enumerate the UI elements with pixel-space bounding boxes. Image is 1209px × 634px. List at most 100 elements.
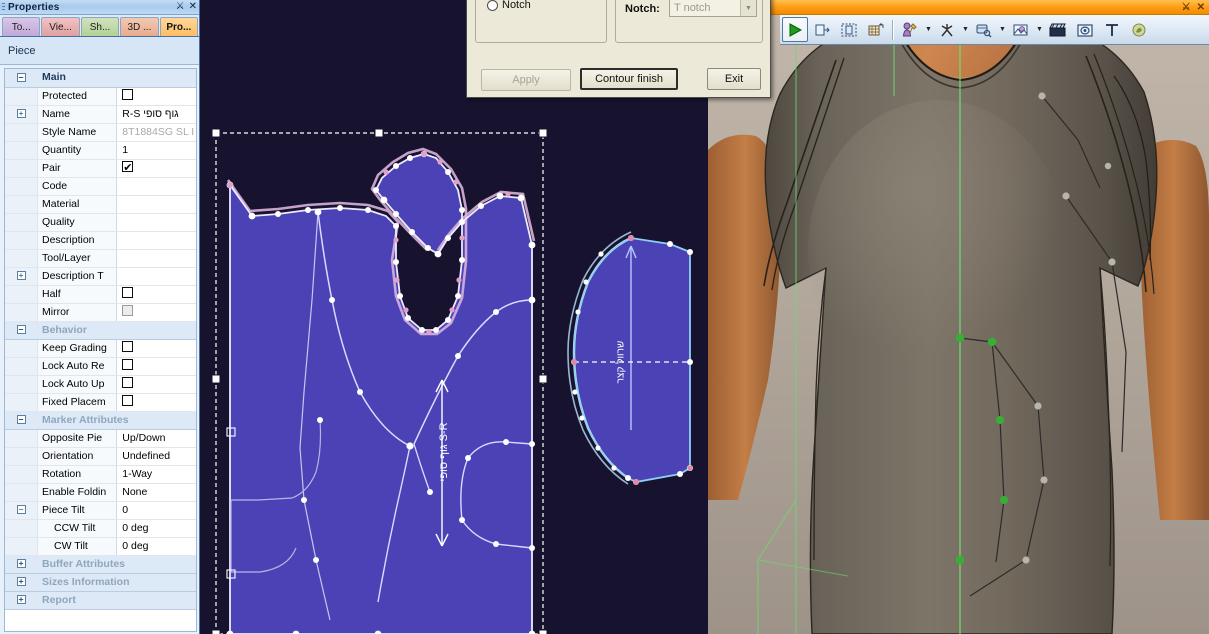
property-value[interactable]: None [116,483,196,502]
property-row[interactable]: Protected [5,87,196,106]
property-row[interactable]: Pair [5,159,196,178]
property-value[interactable]: 0 deg [116,519,196,538]
snapshot-button[interactable] [1072,17,1098,42]
property-checkbox[interactable] [122,286,134,298]
scene-button[interactable] [1008,17,1034,42]
property-row[interactable]: Opposite Pie Up/Down [5,429,196,448]
property-row[interactable]: Style Name 8T1884SG SL I LIII [5,123,196,142]
pose-button[interactable] [934,17,960,42]
property-row[interactable]: CW Tilt 0 deg [5,537,196,556]
property-row[interactable]: Lock Auto Up [5,375,196,394]
render-dropdown-caret[interactable]: ▼ [998,18,1007,42]
3d-garment-view[interactable] [708,0,1209,634]
text-tool-button[interactable] [1099,17,1125,42]
property-row[interactable]: Tool/Layer [5,249,196,268]
property-value[interactable] [116,87,196,106]
property-value[interactable] [116,339,196,358]
property-row[interactable]: Quantity 1 [5,141,196,160]
property-value[interactable]: גוף סופי S-R [116,105,196,124]
close-icon[interactable]: ✕ [189,1,197,12]
drag-grip-icon[interactable] [2,2,5,12]
property-value[interactable]: 0 [116,501,196,520]
tab-3d[interactable]: 3D ... [120,17,159,36]
property-group-header[interactable]: + Sizes Information [5,573,196,592]
select-piece-button[interactable] [836,17,862,42]
property-checkbox[interactable] [122,358,134,370]
property-row[interactable]: + Name גוף סופי S-R [5,105,196,124]
group-expander[interactable]: + [5,573,38,592]
property-value[interactable]: 8T1884SG SL I LIII [116,123,196,142]
properties-panel[interactable]: Properties ⚔ ✕ To... Vie... Sh... 3D ...… [0,0,200,634]
property-checkbox[interactable] [122,376,134,388]
tab-view[interactable]: Vie... [41,17,80,36]
property-value[interactable] [116,231,196,250]
property-checkbox[interactable] [122,159,134,176]
radio-indicator[interactable] [487,0,498,11]
open-piece-button[interactable] [809,17,835,42]
tab-tools[interactable]: To... [2,17,41,36]
property-checkbox[interactable] [122,340,134,352]
property-value[interactable] [116,285,196,304]
tab-shape[interactable]: Sh... [80,17,120,36]
property-value[interactable]: 1-Way [116,465,196,484]
property-checkbox[interactable] [122,304,134,316]
property-row[interactable]: Material [5,195,196,214]
radio-notch-option[interactable]: Notch [487,0,531,11]
property-value[interactable] [116,303,196,322]
property-row[interactable]: Keep Grading [5,339,196,358]
avatar-settings-button[interactable] [897,17,923,42]
property-row[interactable]: CCW Tilt 0 deg [5,519,196,538]
fabric-texture-button[interactable] [863,17,889,42]
pose-dropdown-caret[interactable]: ▼ [961,18,970,42]
row-expander[interactable]: + [5,267,38,286]
property-value[interactable] [116,375,196,394]
group-expander[interactable]: + [5,591,38,610]
pin-icon[interactable]: ⚔ [1182,2,1191,13]
property-row[interactable]: Enable Foldin None [5,483,196,502]
3d-toolbar[interactable]: ▼ ▼ ▼ ▼ [780,15,1209,45]
avatar-dropdown-caret[interactable]: ▼ [924,18,933,42]
property-value[interactable] [116,267,196,286]
play-simulation-button[interactable] [782,17,808,42]
properties-tab-strip[interactable]: To... Vie... Sh... 3D ... Pro... [0,15,199,37]
property-group-header[interactable]: − Behavior [5,321,196,340]
property-row[interactable]: Fixed Placem [5,393,196,412]
animation-button[interactable] [1045,17,1071,42]
property-row[interactable]: Quality [5,213,196,232]
property-group-header[interactable]: − Marker Attributes [5,411,196,430]
property-value[interactable]: Up/Down [116,429,196,448]
group-expander[interactable]: − [5,69,38,88]
pin-icon[interactable]: ⚔ [176,1,185,12]
property-value[interactable] [116,213,196,232]
property-value[interactable] [116,195,196,214]
property-value[interactable] [116,159,196,178]
property-checkbox[interactable] [122,88,134,100]
property-group-header[interactable]: + Report [5,591,196,610]
property-group-header[interactable]: + Buffer Attributes [5,555,196,574]
render-settings-button[interactable] [971,17,997,42]
property-row[interactable]: Code [5,177,196,196]
property-row[interactable]: Orientation Undefined [5,447,196,466]
apply-button[interactable]: Apply [481,69,571,91]
property-row[interactable]: − Piece Tilt 0 [5,501,196,520]
group-expander[interactable]: − [5,411,38,430]
chevron-down-icon[interactable]: ▼ [740,0,756,16]
property-row[interactable]: Half [5,285,196,304]
properties-grid[interactable]: − Main Protected + Name גוף סופי S-R Style Nam… [4,68,197,632]
property-group-header[interactable]: − Main [5,69,196,88]
property-checkbox[interactable] [122,394,134,406]
property-row[interactable]: Description [5,231,196,250]
exit-button[interactable]: Exit [707,68,761,90]
color-tool-button[interactable] [1126,17,1152,42]
property-value[interactable] [116,177,196,196]
notch-settings-dialog[interactable]: Button Notch Curve Non Curve Notch: T no… [466,0,771,98]
row-expander[interactable]: − [5,501,38,520]
property-row[interactable]: Mirror [5,303,196,322]
close-icon[interactable]: ✕ [1197,2,1205,13]
property-value[interactable] [116,393,196,412]
property-row[interactable]: Rotation 1-Way [5,465,196,484]
property-value[interactable] [116,249,196,268]
property-row[interactable]: + Description T [5,267,196,286]
property-row[interactable]: Lock Auto Re [5,357,196,376]
scene-dropdown-caret[interactable]: ▼ [1035,18,1044,42]
